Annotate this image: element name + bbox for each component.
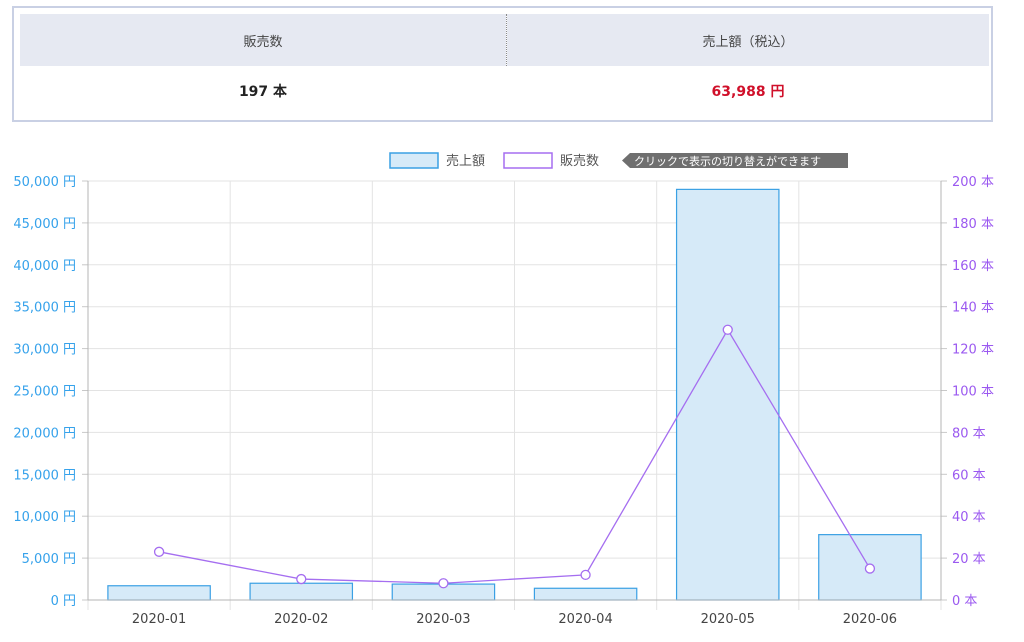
left-tick-label: 50,000 円: [13, 175, 76, 190]
left-axis: 0 円 5,000 円 10,000 円 15,000 円 20,000 円 25,000…: [13, 175, 89, 609]
left-tick-label: 5,000 円: [22, 552, 76, 567]
legend-hint-tooltip: クリックで表示の切り替えができます: [622, 153, 848, 168]
x-tick-label: 2020-02: [274, 612, 328, 627]
left-tick-label: 30,000 円: [13, 343, 76, 358]
left-tick-label: 0 円: [51, 594, 76, 609]
legend-hint-text: クリックで表示の切り替えができます: [634, 154, 821, 168]
x-tick-label: 2020-03: [416, 612, 470, 627]
point-sold-2020-02: [296, 573, 307, 585]
point-sold-2020-05: [722, 324, 733, 335]
left-tick-label: 10,000 円: [13, 510, 76, 525]
right-tick-label: 200 本: [952, 175, 994, 190]
left-tick-label: 45,000 円: [13, 217, 76, 232]
point-sold-2020-06: [864, 563, 876, 574]
x-tick-label: 2020-01: [132, 612, 186, 627]
sold-count-header: 販売数: [20, 14, 506, 66]
right-tick-label: 60 本: [952, 468, 986, 483]
bar-sales-2020-05: [675, 188, 780, 601]
right-tick-label: 40 本: [952, 510, 986, 525]
right-tick-label: 80 本: [952, 426, 986, 441]
point-sold-2020-04: [580, 569, 591, 581]
right-tick-label: 180 本: [952, 217, 994, 232]
right-axis: 0 本 20 本 40 本 60 本 80 本 100 本 120 本 140 本 160 本 1…: [940, 175, 994, 609]
legend-label-sales[interactable]: 売上額: [446, 153, 485, 169]
point-sold-2020-03: [438, 578, 449, 589]
grid-lines: [87, 180, 942, 610]
summary-table: 販売数 売上額（税込） 197 本 63,988 円: [20, 14, 989, 114]
legend-label-sold[interactable]: 販売数: [560, 153, 599, 169]
legend-swatch-sales[interactable]: [389, 152, 439, 169]
right-tick-label: 160 本: [952, 259, 994, 274]
right-tick-label: 120 本: [952, 343, 994, 358]
right-tick-label: 100 本: [952, 385, 994, 400]
legend-swatch-sold[interactable]: [503, 152, 553, 169]
x-tick-label: 2020-06: [843, 612, 897, 627]
bar-sales-2020-01: [107, 585, 211, 601]
sales-amount-header: 売上額（税込）: [507, 14, 989, 66]
chart-legend: 売上額 販売数 クリックで表示の切り替えができます: [389, 152, 848, 169]
sales-amount-value: 63,988 円: [711, 84, 785, 100]
right-tick-label: 0 本: [952, 594, 977, 609]
sales-chart: 0 円 5,000 円 10,000 円 15,000 円 20,000 円 25,000…: [13, 152, 994, 627]
left-tick-label: 25,000 円: [13, 385, 76, 400]
x-tick-label: 2020-05: [701, 612, 755, 627]
left-tick-label: 20,000 円: [13, 426, 76, 441]
right-tick-label: 140 本: [952, 301, 994, 316]
x-tick-label: 2020-04: [558, 612, 612, 627]
bar-sales-2020-04: [533, 587, 638, 601]
right-tick-label: 20 本: [952, 552, 986, 567]
summary-card: 販売数 売上額（税込） 197 本 63,988 円: [12, 6, 993, 122]
sold-count-value: 197 本: [238, 84, 288, 100]
left-tick-label: 35,000 円: [13, 301, 76, 316]
bar-sales-2020-02: [249, 582, 354, 601]
left-tick-label: 40,000 円: [13, 259, 76, 274]
left-tick-label: 15,000 円: [13, 468, 76, 483]
point-sold-2020-01: [153, 546, 165, 557]
